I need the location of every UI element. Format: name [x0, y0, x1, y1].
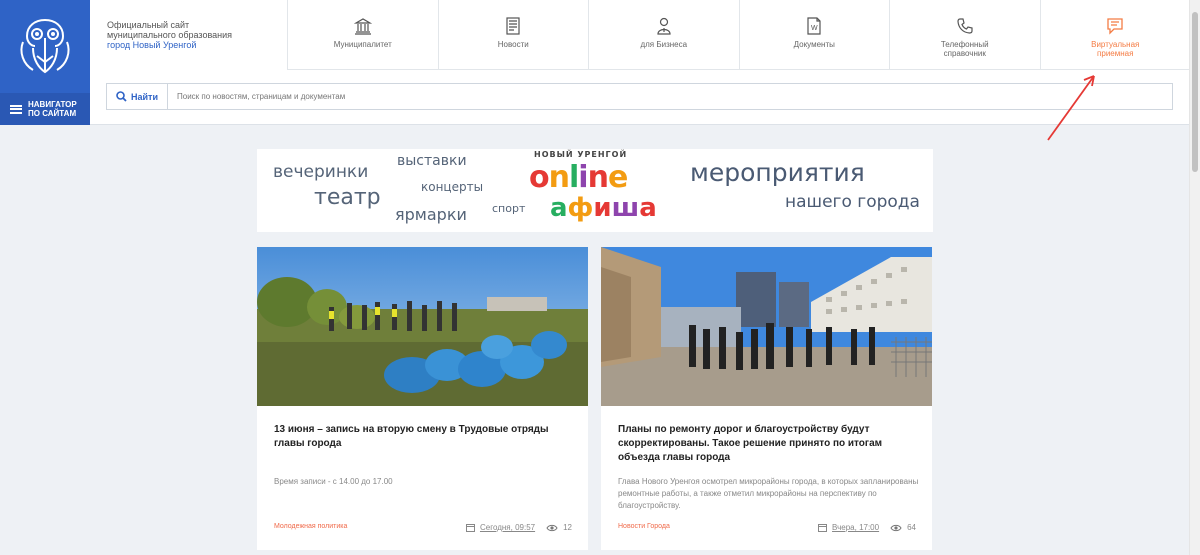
- menu-item-label: Виртуальная приемная: [1091, 40, 1140, 58]
- news-meta: Сегодня, 09:57 12: [465, 523, 572, 532]
- news-category-link[interactable]: Молодежная политика: [274, 523, 347, 530]
- news-title[interactable]: Планы по ремонту дорог и благоустройству…: [618, 423, 918, 465]
- news-excerpt: Глава Нового Уренгоя осмотрел микрорайон…: [618, 477, 919, 510]
- banner-logo-city: НОВЫЙ УРЕНГОЙ: [534, 150, 628, 159]
- news-category-link[interactable]: Новости Города: [618, 523, 670, 530]
- menu-item-label: Телефонный справочник: [940, 40, 989, 58]
- site-title-line2: муниципального образования: [107, 30, 233, 40]
- news-photo: [257, 247, 588, 406]
- main-menu: Муниципалитет Новости для Бизнеса W Доку…: [287, 0, 1191, 70]
- news-card[interactable]: Планы по ремонту дорог и благоустройству…: [601, 247, 932, 550]
- menu-item-label: Документы: [793, 40, 835, 49]
- person-icon: [654, 16, 674, 36]
- banner-tagline-1: мероприятия: [690, 158, 865, 187]
- building-icon: [353, 16, 373, 36]
- search-icon: [116, 91, 127, 102]
- news-views: 64: [907, 523, 916, 532]
- site-title: Официальный сайт муниципального образова…: [107, 20, 277, 50]
- news-excerpt: Время записи - с 14.00 до 17.00: [274, 477, 393, 486]
- eye-icon: [890, 524, 902, 531]
- site-title-line1: Официальный сайт: [107, 20, 190, 30]
- online-afisha-banner[interactable]: вечеринки театр выставки концерты ярмарк…: [257, 149, 933, 232]
- banner-word: выставки: [397, 153, 467, 169]
- scrollbar-thumb[interactable]: [1192, 12, 1198, 172]
- emblem-icon: [20, 18, 70, 73]
- banner-word: концерты: [421, 180, 484, 194]
- menu-item-label: Новости: [497, 40, 529, 49]
- search-input[interactable]: [168, 84, 1172, 109]
- navigator-button[interactable]: Навигатор по сайтам: [0, 93, 90, 125]
- search-button[interactable]: Найти: [107, 84, 168, 109]
- hamburger-icon: [10, 104, 22, 114]
- news-meta: Вчера, 17:00 64: [818, 523, 916, 532]
- banner-word: театр: [314, 185, 381, 210]
- news-photo: [601, 247, 932, 406]
- menu-item-municipality[interactable]: Муниципалитет: [288, 0, 439, 70]
- banner-logo-afisha: афиша: [550, 193, 657, 223]
- document-icon: W: [804, 16, 824, 36]
- menu-item-phonebook[interactable]: Телефонный справочник: [890, 0, 1041, 70]
- calendar-icon: [818, 524, 828, 532]
- navigator-label: Навигатор по сайтам: [28, 100, 77, 118]
- banner-word: ярмарки: [395, 205, 467, 224]
- site-title-city-link[interactable]: город Новый Уренгой: [107, 40, 277, 50]
- menu-item-business[interactable]: для Бизнеса: [589, 0, 740, 70]
- city-emblem-logo[interactable]: [0, 0, 90, 93]
- banner-word: вечеринки: [273, 162, 369, 182]
- banner-logo-online: online: [529, 160, 628, 195]
- news-date: Вчера, 17:00: [832, 523, 880, 532]
- newspaper-icon: [503, 16, 523, 36]
- menu-item-documents[interactable]: W Документы: [739, 0, 890, 70]
- search-bar: Найти: [106, 83, 1173, 110]
- phone-icon: [955, 16, 975, 36]
- menu-item-news[interactable]: Новости: [438, 0, 589, 70]
- banner-word: спорт: [492, 202, 526, 215]
- banner-tagline-2: нашего города: [785, 192, 920, 212]
- site-header: Навигатор по сайтам Официальный сайт мун…: [0, 0, 1191, 125]
- page-scrollbar[interactable]: [1189, 0, 1200, 555]
- news-card[interactable]: 13 июня – запись на вторую смену в Трудо…: [257, 247, 588, 550]
- news-title[interactable]: 13 июня – запись на вторую смену в Трудо…: [274, 423, 574, 451]
- menu-item-label: Муниципалитет: [333, 40, 392, 49]
- news-date: Сегодня, 09:57: [479, 523, 536, 532]
- menu-item-label: для Бизнеса: [640, 40, 688, 49]
- eye-icon: [546, 524, 558, 531]
- search-button-label: Найти: [131, 91, 158, 102]
- news-views: 12: [563, 523, 572, 532]
- menu-item-virtual-reception[interactable]: Виртуальная приемная: [1040, 0, 1191, 70]
- calendar-icon: [465, 524, 475, 532]
- svg-text:W: W: [811, 25, 818, 32]
- chat-icon: [1105, 16, 1125, 36]
